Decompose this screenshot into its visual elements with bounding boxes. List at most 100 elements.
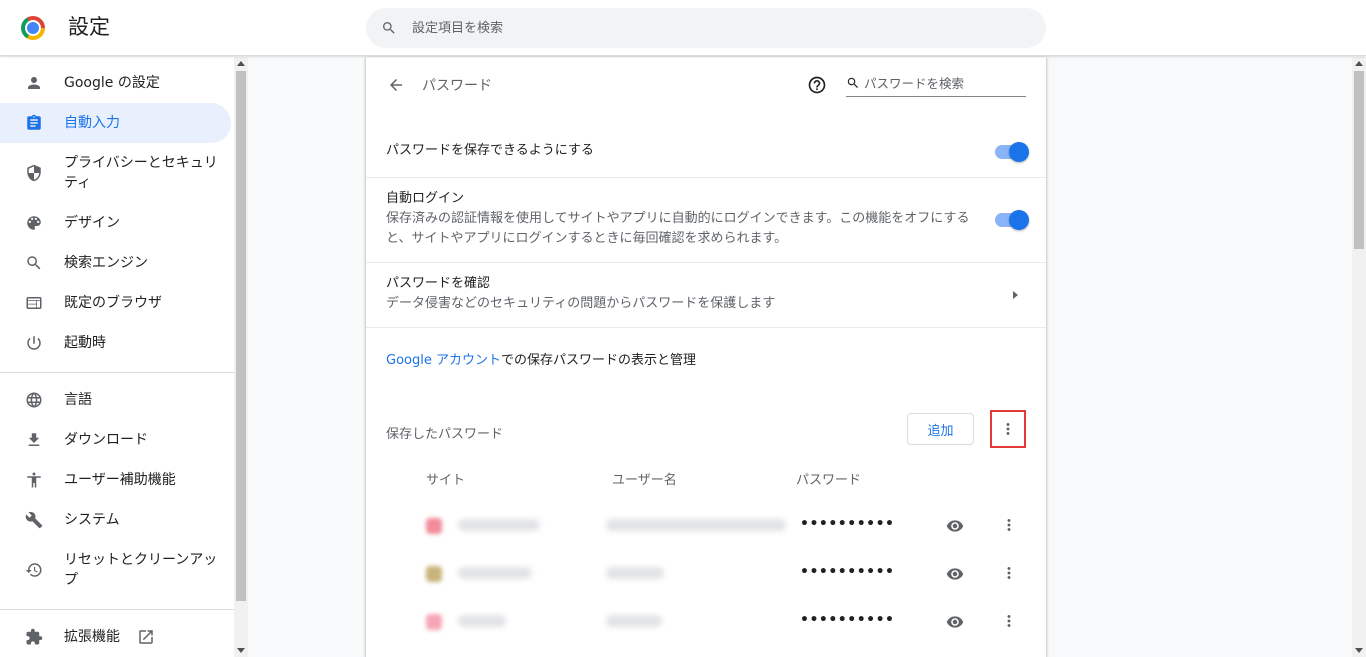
auto-signin-row: 自動ログイン 保存済みの認証情報を使用してサイトやアプリに自動的にログインできま… [366,177,1046,262]
sidebar-item-autofill[interactable]: 自動入力 [0,103,231,143]
sidebar-item-system[interactable]: システム [0,500,231,540]
sidebar-item-label: ダウンロード [64,432,148,448]
sidebar-item-label: リセットとクリーンアップ [64,552,218,588]
username-blurred [606,567,664,579]
sidebar: Google の設定 自動入力 プライバシーとセキュリティ デザイン 検索エンジ… [0,57,234,657]
sidebar-item-label: 起動時 [64,335,106,351]
power-icon [24,333,44,353]
shield-icon [24,163,44,183]
main-scrollbar[interactable] [1352,57,1366,657]
auto-signin-label: 自動ログイン [386,191,465,206]
offer-save-toggle[interactable] [995,142,1029,162]
sidebar-item-label: 自動入力 [64,115,120,131]
add-password-button[interactable]: 追加 [907,413,974,445]
passwords-card: パスワード パスワードを保存できるようにする 自動ログイン 保存済みの認証情報を… [366,57,1046,657]
more-vert-icon[interactable] [1000,516,1018,538]
top-bar: 設定 [0,0,1366,56]
column-header-site: サイト [426,473,466,488]
help-icon[interactable] [806,74,828,96]
sidebar-item-label: Google の設定 [64,75,160,91]
google-account-line: Google アカウントでの保存パスワードの表示と管理 [386,349,696,368]
sidebar-item-downloads[interactable]: ダウンロード [0,420,231,460]
wrench-icon [24,510,44,530]
page-title: パスワード [422,78,492,94]
sidebar-scrollbar[interactable] [234,57,248,657]
sidebar-item-accessibility[interactable]: ユーザー補助機能 [0,460,231,500]
password-masked: •••••••••• [800,612,895,628]
show-password-icon[interactable] [944,517,966,539]
site-favicon [426,566,442,582]
sidebar-item-startup[interactable]: 起動時 [0,323,231,363]
chevron-right-icon [1013,291,1018,299]
site-name-blurred [458,567,532,579]
sidebar-item-languages[interactable]: 言語 [0,380,231,420]
password-row: •••••••••• [366,502,1046,550]
password-search[interactable] [846,70,1026,97]
password-search-input[interactable] [864,70,1024,96]
site-name-blurred [458,519,540,531]
column-header-password: パスワード [796,473,862,488]
accessibility-icon [24,470,44,490]
auto-signin-description: 保存済みの認証情報を使用してサイトやアプリに自動的にログインできます。この機能を… [386,211,970,246]
palette-icon [24,213,44,233]
show-password-icon[interactable] [944,565,966,587]
scroll-up-icon[interactable] [237,61,245,66]
download-icon [24,430,44,450]
back-arrow-icon[interactable] [384,73,408,97]
password-masked: •••••••••• [800,516,895,532]
sidebar-divider [0,372,234,373]
auto-signin-toggle[interactable] [995,210,1029,230]
sidebar-divider [0,609,234,610]
search-input[interactable] [412,8,1012,48]
more-vert-icon[interactable] [1000,564,1018,586]
check-passwords-description: データ侵害などのセキュリティの問題からパスワードを保護します [386,296,776,311]
site-favicon [426,614,442,630]
scrollbar-thumb[interactable] [1354,71,1364,249]
username-blurred [606,615,662,627]
sidebar-item-google[interactable]: Google の設定 [0,63,231,103]
username-blurred [606,519,786,531]
google-account-link[interactable]: Google アカウント [386,353,501,368]
search-icon [24,253,44,273]
scroll-down-icon[interactable] [1355,648,1363,653]
sidebar-item-label: ユーザー補助機能 [64,472,176,488]
sidebar-item-appearance[interactable]: デザイン [0,203,231,243]
sidebar-item-label: プライバシーとセキュリティ [64,155,218,191]
app-title: 設定 [68,15,110,39]
restore-icon [24,560,44,580]
search-icon [847,77,858,88]
saved-passwords-heading: 保存したパスワード [386,427,504,442]
sidebar-item-label: 既定のブラウザ [64,295,162,311]
sidebar-item-label: 言語 [64,392,92,408]
sidebar-item-default-browser[interactable]: 既定のブラウザ [0,283,231,323]
show-password-icon[interactable] [944,613,966,635]
sidebar-item-extensions[interactable]: 拡張機能 [0,617,231,657]
settings-search[interactable] [366,8,1046,48]
sidebar-item-label: デザイン [64,215,120,231]
clipboard-icon [24,113,44,133]
password-row: •••••••••• [366,550,1046,598]
site-name-blurred [458,615,506,627]
saved-passwords-menu-button[interactable] [990,410,1026,448]
scroll-up-icon[interactable] [1355,61,1363,66]
scroll-down-icon[interactable] [237,648,245,653]
offer-save-row: パスワードを保存できるようにする [366,127,1046,177]
more-vert-icon [1006,423,1010,435]
scrollbar-thumb[interactable] [236,71,246,601]
more-vert-icon[interactable] [1000,612,1018,634]
check-passwords-label: パスワードを確認 [386,276,491,291]
chrome-logo-icon [21,16,45,40]
card-header: パスワード [366,57,1046,113]
sidebar-item-reset[interactable]: リセットとクリーンアップ [0,540,231,600]
browser-icon [24,293,44,313]
sidebar-item-privacy[interactable]: プライバシーとセキュリティ [0,143,231,203]
site-favicon [426,518,442,534]
check-passwords-row[interactable]: パスワードを確認 データ侵害などのセキュリティの問題からパスワードを保護します [366,262,1046,327]
search-icon [383,22,395,34]
sidebar-item-label: 拡張機能 [64,629,120,645]
person-icon [24,73,44,93]
globe-icon [24,390,44,410]
column-header-username: ユーザー名 [612,473,677,488]
sidebar-item-search-engine[interactable]: 検索エンジン [0,243,231,283]
open-in-new-icon [137,628,155,650]
